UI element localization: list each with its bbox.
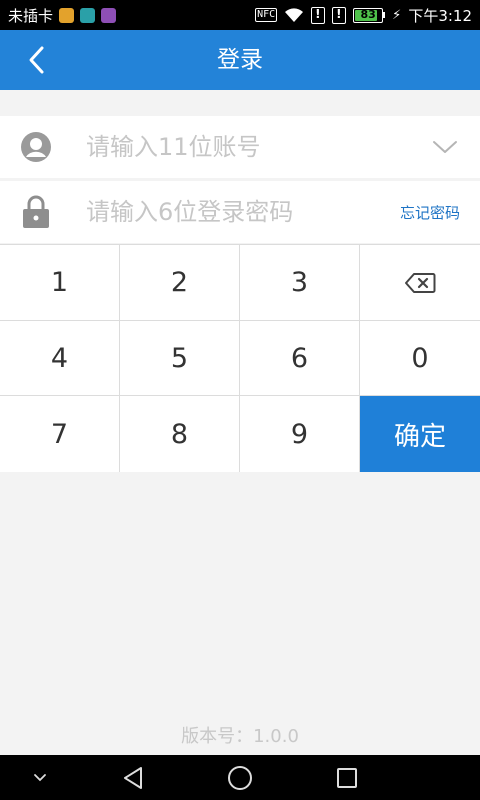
status-left: 未插卡 [8, 5, 117, 26]
nav-home-button[interactable] [210, 755, 270, 800]
account-row [0, 116, 480, 178]
key-5[interactable]: 5 [120, 321, 240, 396]
battery-icon: 83 [353, 7, 386, 23]
status-bar: 未插卡 NFC 83 ⚡ 下午3:12 [0, 0, 480, 30]
avatar-icon [21, 132, 51, 162]
backspace-icon [405, 272, 436, 293]
password-input[interactable] [86, 192, 400, 232]
recents-square-icon [337, 767, 357, 788]
key-8[interactable]: 8 [120, 396, 240, 472]
notification-gallery-icon [101, 7, 117, 23]
account-dropdown-button[interactable] [410, 116, 480, 178]
wifi-icon [285, 8, 304, 22]
version-label: 版本号：1.0.0 [181, 726, 299, 747]
key-1[interactable]: 1 [0, 245, 120, 321]
password-icon-wrap [0, 195, 86, 229]
confirm-button[interactable]: 确定 [360, 396, 480, 472]
status-right: NFC 83 ⚡ 下午3:12 [255, 5, 472, 26]
forgot-password-link[interactable]: 忘记密码 [400, 202, 480, 223]
key-2[interactable]: 2 [120, 245, 240, 321]
lock-icon [23, 195, 49, 228]
carrier-label: 未插卡 [8, 6, 54, 25]
page-title: 登录 [217, 47, 263, 73]
back-triangle-icon [124, 766, 142, 789]
key-4[interactable]: 4 [0, 321, 120, 396]
hide-keyboard-icon [34, 773, 46, 781]
password-row: 忘记密码 [0, 181, 480, 243]
numeric-keypad: 1 2 3 4 5 6 0 7 8 9 确定 [0, 244, 480, 472]
hide-keyboard-button[interactable] [10, 755, 70, 800]
account-icon-wrap [0, 131, 86, 163]
notification-mail-icon [80, 7, 96, 23]
key-7[interactable]: 7 [0, 396, 120, 472]
nav-recents-button[interactable] [317, 755, 377, 800]
nfc-icon: NFC [255, 8, 278, 22]
key-3[interactable]: 3 [240, 245, 360, 321]
home-circle-icon [228, 765, 252, 790]
nav-back-button[interactable] [103, 755, 163, 800]
key-6[interactable]: 6 [240, 321, 360, 396]
app-header: 登录 [0, 30, 480, 90]
delete-key[interactable] [360, 245, 480, 321]
key-0[interactable]: 0 [360, 321, 480, 396]
battery-level: 83 [360, 7, 376, 21]
chevron-down-icon [433, 141, 457, 153]
sim-1-icon [311, 6, 326, 24]
account-input[interactable] [86, 127, 410, 167]
notification-app-icon [59, 7, 75, 23]
system-nav-bar [0, 755, 480, 800]
charging-icon: ⚡ [392, 7, 402, 23]
key-9[interactable]: 9 [240, 396, 360, 472]
clock: 下午3:12 [408, 6, 472, 25]
sim-2-icon [332, 6, 347, 24]
